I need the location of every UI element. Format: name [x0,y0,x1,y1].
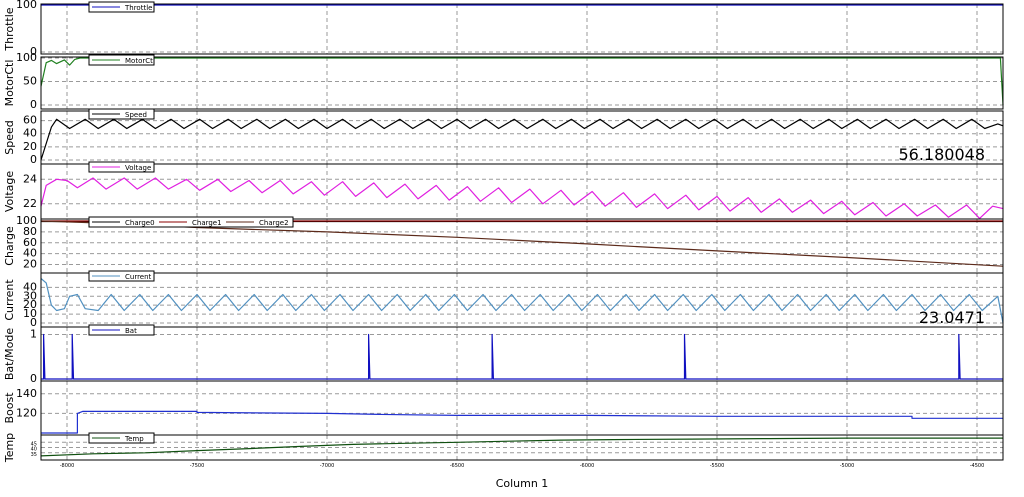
legend-label: MotorCtl [125,57,155,65]
y-tick-label: 40 [23,280,37,293]
y-tick-label: 0 [30,372,37,385]
series-line-current-0 [40,278,1004,324]
panel-current: 010203040CurrentCurrent23.0471 [3,270,1004,329]
legend-label: Voltage [125,164,151,172]
x-tick-label: -6500 [450,463,465,469]
y-tick-label: 24 [23,172,37,185]
legend-label: Speed [125,111,147,119]
legend-label: Temp [124,435,144,443]
y-tick-label: 140 [16,387,37,400]
legend-label: Charge2 [259,219,289,227]
panel-frame [40,380,1004,436]
y-axis-label: Current [3,279,16,321]
x-tick-label: -8000 [60,463,75,469]
x-tick-label: -7500 [190,463,205,469]
series-line-motorctl-0 [40,57,1004,106]
panel-throttle: 0100Throttle Throttle [3,0,1004,58]
panel-frame [40,434,1004,461]
y-axis-label: Voltage [3,171,16,212]
legend-label: Bat [125,327,137,335]
panel-voltage: 22 24 Voltage Voltage [3,161,1004,220]
y-axis-label: Bat/Mode [3,328,16,381]
panel-speed: 0204060 Speed Speed 56.180048 [3,108,1004,166]
y-tick-label: 100 [16,214,37,227]
y-tick-label: 1 [30,327,37,340]
y-tick-label: 120 [16,406,37,419]
y-tick-label: 22 [23,197,37,210]
legend-label: Charge0 [125,219,155,227]
panel-frame [40,110,1004,165]
y-axis-label: Charge [3,226,16,266]
value-annotation: 56.180048 [898,145,985,164]
panel-motorctl: 050100MotorCtl MotorCtl [3,51,1004,111]
y-axis-label: Speed [3,120,16,154]
series-line-speed-0 [40,118,1004,161]
y-tick-label: 100 [16,0,37,11]
y-tick-label: 40 [31,447,37,453]
y-axis-label: Temp [3,433,16,463]
y-tick-label: 0 [30,98,37,111]
x-tick-label: -5000 [840,463,855,469]
y-tick-label: 35 [31,452,37,458]
series-line-voltage-0 [40,177,1004,219]
y-tick-label: 40 [23,127,37,140]
panel-temp: 354045 Temp Temp [3,432,1004,463]
legend-label: Throttle [124,4,152,12]
y-tick-label: 50 [23,75,37,88]
legend-label: Current [125,273,152,281]
panel-frame [40,3,1004,55]
legend-label: Charge1 [192,219,222,227]
series-line-boost-0 [41,410,1003,434]
y-tick-label: 100 [16,51,37,64]
y-tick-label: 45 [31,441,37,447]
series-line-charge-2 [40,220,1004,267]
x-tick-label: -6000 [580,463,595,469]
y-tick-label: 0 [30,153,37,166]
x-tick-label: -4500 [970,463,985,469]
chart-root: 0 100 Throttle Throttle 0 50 100 MotorCtl MotorC… [0,0,1024,493]
series-line-batmode-0 [41,333,1003,380]
x-tick-label: -5500 [710,463,725,469]
value-annotation: 23.0471 [919,308,985,327]
x-axis-label: Column 1 [496,477,549,490]
x-tick-label: -7000 [320,463,335,469]
y-axis-label: Boost [3,392,16,424]
y-tick-label: 20 [23,140,37,153]
panel-frame [40,163,1004,220]
panel-frame [40,326,1004,382]
panel-frame [40,56,1004,110]
chart-svg: 0100Throttle Throttle050100MotorCtl MotorC… [3,0,1004,490]
y-axis-label: MotorCtl [3,60,16,107]
y-tick-label: 60 [23,114,37,127]
series-line-temp-0 [40,437,1003,457]
panel-batmode: 0 1 Bat/Mode Bat [3,324,1004,385]
y-axis-label: Throttle [3,7,16,51]
panel-charge: 20406080100ChargeCharge0 Charge1 Charge2 [3,214,1004,274]
panel-boost: 120 140Boost [3,380,1004,436]
